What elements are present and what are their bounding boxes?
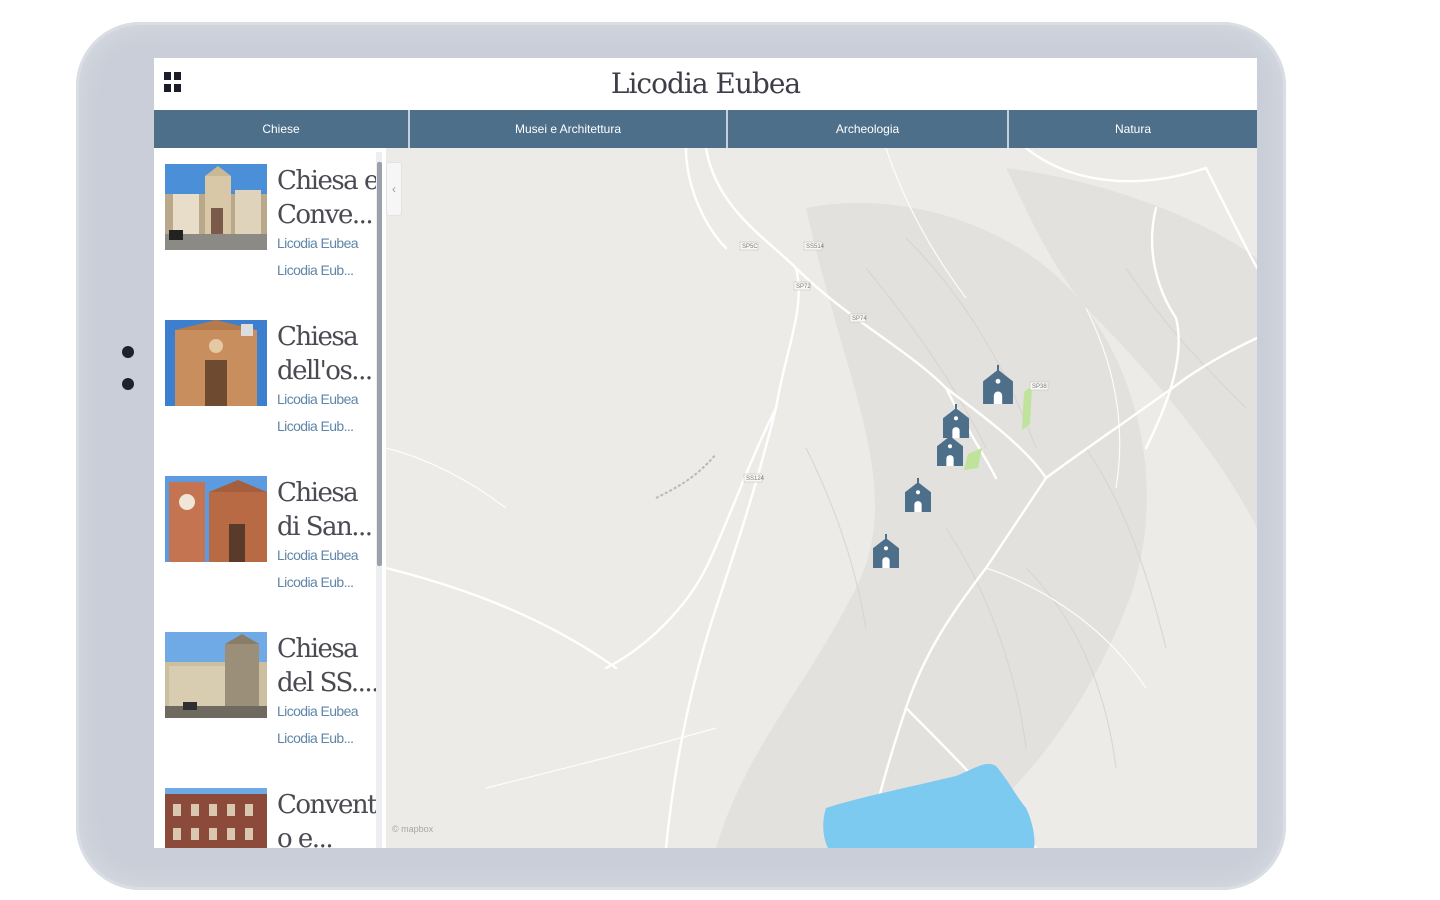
place-title-line2: o e...: [277, 824, 334, 848]
list-item[interactable]: Convent o e...: [165, 788, 377, 848]
place-town-link[interactable]: Licodia Eubea: [277, 703, 369, 719]
place-photo: [165, 788, 267, 848]
category-tabs: Chiese Musei e Architettura Archeologia …: [154, 110, 1257, 148]
place-address-link[interactable]: Licodia Eub...: [277, 418, 369, 434]
road-label: SS124: [746, 476, 765, 482]
place-town-link[interactable]: Licodia Eubea: [277, 547, 369, 563]
tab-chiese[interactable]: Chiese: [154, 110, 410, 148]
place-photo: [165, 632, 267, 718]
list-item[interactable]: Chiesa dell'os... Licodia Eubea Licodia …: [165, 320, 375, 470]
place-photo: [165, 320, 267, 406]
place-title-line1: Chiesa: [277, 634, 359, 664]
place-address-link[interactable]: Licodia Eub...: [277, 262, 369, 278]
chevron-left-icon[interactable]: ‹: [386, 162, 402, 216]
place-town-link[interactable]: Licodia Eubea: [277, 391, 369, 407]
place-town-link[interactable]: Licodia Eubea: [277, 235, 369, 251]
place-address-link[interactable]: Licodia Eub...: [277, 574, 369, 590]
place-title-line2: dell'os...: [277, 356, 373, 386]
app-screen: Licodia Eubea Chiese Musei e Architettur…: [154, 58, 1257, 848]
sensor-dot: [122, 378, 134, 390]
place-title-line2: Conve...: [277, 200, 374, 230]
place-address-link[interactable]: Licodia Eub...: [277, 730, 369, 746]
place-title-line1: Convent: [277, 790, 377, 820]
tab-musei[interactable]: Musei e Architettura: [410, 110, 728, 148]
road-label: SS514: [806, 244, 825, 250]
list-item[interactable]: Chiesa del SS.... Licodia Eubea Licodia …: [165, 632, 377, 782]
place-title-line1: Chiesa: [277, 478, 359, 508]
app-title: Licodia Eubea: [610, 67, 801, 100]
place-title-line1: Chiesa: [277, 322, 359, 352]
place-title-line1: Chiesa e: [277, 166, 377, 196]
map-view[interactable]: SP5C SS514 SP72 SP74 SS124 SP38 © mapbox: [386, 148, 1257, 848]
road-label: SP72: [796, 284, 811, 290]
place-photo: [165, 476, 267, 562]
place-title-line2: di San...: [277, 512, 373, 542]
list-item[interactable]: Chiesa di San... Licodia Eubea Licodia E…: [165, 476, 375, 626]
map-attribution: © mapbox: [392, 824, 434, 834]
tab-natura[interactable]: Natura: [1009, 110, 1257, 148]
places-list[interactable]: Chiesa e Conve... Licodia Eubea Licodia …: [154, 148, 384, 848]
place-photo: [165, 164, 267, 250]
place-title-line2: del SS....: [277, 668, 377, 698]
list-item[interactable]: Chiesa e Conve... Licodia Eubea Licodia …: [165, 164, 377, 314]
road-label: SP38: [1032, 384, 1047, 390]
camera-dot: [122, 346, 134, 358]
top-bar: Licodia Eubea: [154, 58, 1257, 110]
road-label: SP74: [852, 316, 867, 322]
road-label: SP5C: [742, 244, 758, 250]
tab-archeologia[interactable]: Archeologia: [728, 110, 1009, 148]
list-scrollbar-thumb[interactable]: [377, 162, 382, 566]
tablet-frame: Licodia Eubea Chiese Musei e Architettur…: [76, 22, 1286, 890]
